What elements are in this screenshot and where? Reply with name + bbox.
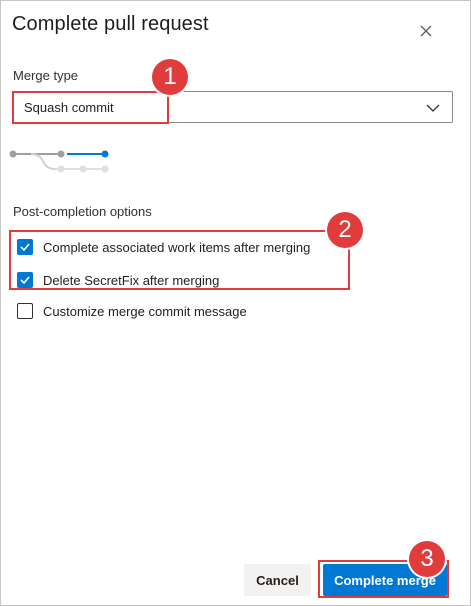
post-completion-options-label: Post-completion options [13,204,152,219]
cancel-button[interactable]: Cancel [244,564,311,596]
close-button[interactable] [414,19,438,43]
merge-type-dropdown[interactable]: Squash commit [12,91,453,123]
complete-work-items-option[interactable]: Complete associated work items after mer… [17,237,310,257]
customize-commit-message-checkbox[interactable] [17,303,33,319]
merge-strategy-diagram [9,145,113,179]
checkmark-icon [20,276,30,285]
customize-commit-message-option[interactable]: Customize merge commit message [17,301,247,321]
chevron-down-icon [426,101,440,119]
complete-pull-request-dialog: Complete pull request Merge type Squash … [0,0,471,606]
delete-branch-label: Delete SecretFix after merging [43,272,220,288]
checkmark-icon [20,243,30,252]
delete-branch-option[interactable]: Delete SecretFix after merging [17,270,219,290]
merge-type-selected-value: Squash commit [24,100,114,115]
callout-badge-3: 3 [409,541,445,577]
customize-commit-message-label: Customize merge commit message [43,303,247,319]
merge-type-label: Merge type [13,68,79,83]
callout-badge-1: 1 [152,59,188,95]
dialog-title: Complete pull request [12,13,209,35]
callout-badge-2: 2 [327,212,363,248]
close-icon [414,19,438,43]
delete-branch-checkbox[interactable] [17,272,33,288]
complete-work-items-checkbox[interactable] [17,239,33,255]
complete-work-items-label: Complete associated work items after mer… [43,239,311,255]
